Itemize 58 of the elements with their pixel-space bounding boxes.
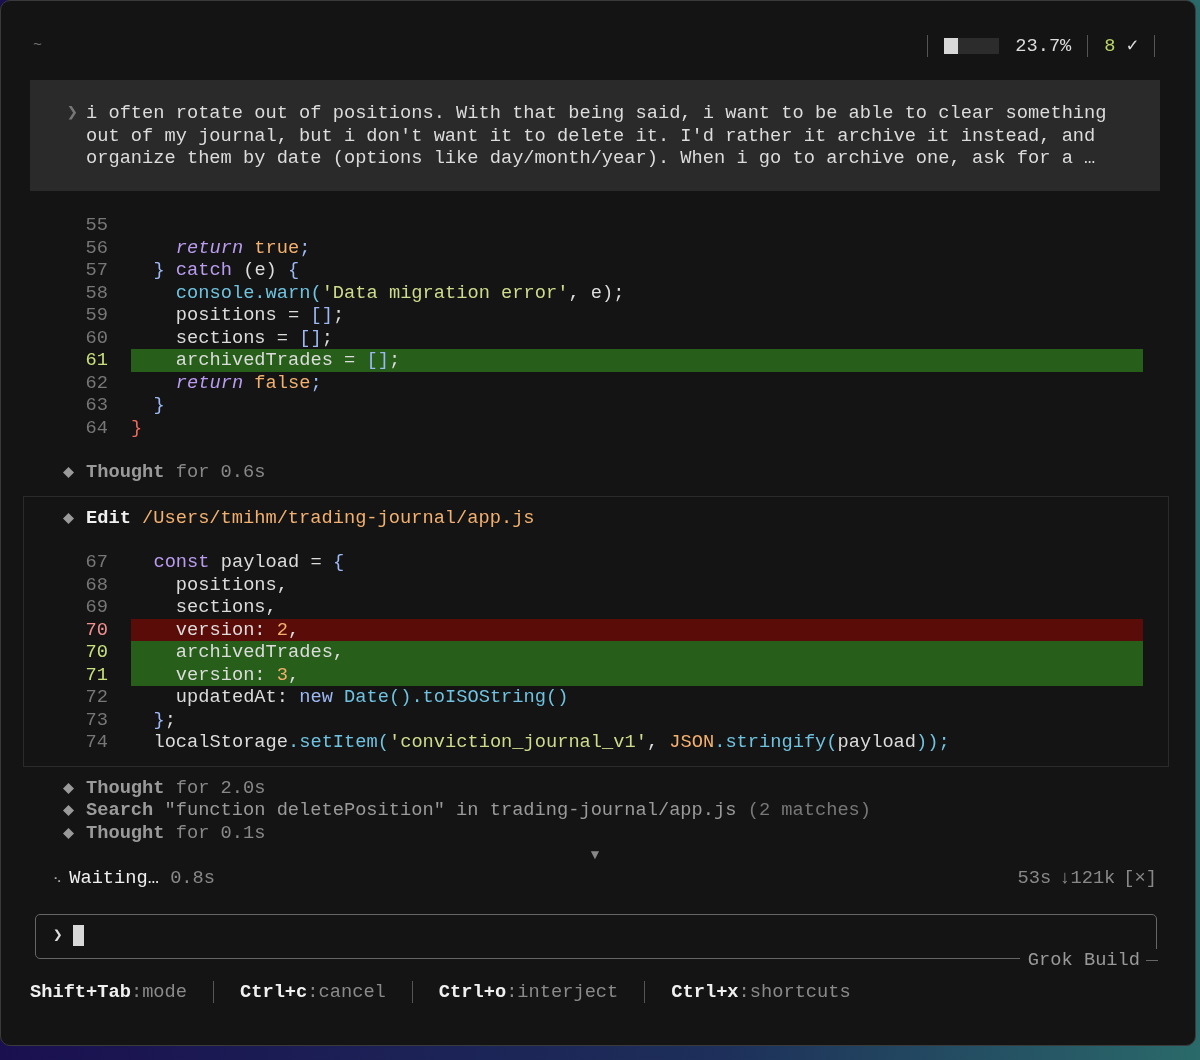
search-step: Search "function deletePosition" in trading-journal/app.js (2 matches) [86,799,872,822]
line-number: 63 [84,394,108,417]
shortcut-hint: Ctrl+c:cancel [240,981,386,1004]
code-line: } catch (e) { [152,259,301,282]
shortcut-hint: Shift+Tab:mode [30,981,187,1004]
code-line: positions, [174,573,289,596]
code-line: sections = []; [174,326,334,349]
line-number: 57 [84,259,108,282]
line-number: 64 [84,416,108,439]
scroll-down-indicator[interactable]: ▼ [590,847,600,863]
line-number: 72 [84,686,108,709]
line-number: 73 [84,708,108,731]
line-number: 58 [84,281,108,304]
prompt-text: i often rotate out of positions. With that being said, i want to be able to clear something out of my journal, but i don't want it to delete it. I'd rather it archive it instead, and organize them by date (options like day/month/year). When i go to archive one, ask for a … [86,102,1108,169]
code-line: } [131,416,144,439]
line-number: 59 [84,304,108,327]
shortcut-hint: Ctrl+x:shortcuts [671,981,851,1004]
code-line: positions = []; [174,304,346,327]
code-line: updatedAt: new Date().toISOString() [174,686,570,709]
code-line: const payload = { [152,551,346,574]
line-number: 61 [84,349,108,372]
code-line: }; [152,708,177,731]
edit-title: Edit /Users/tmihm/trading-journal/app.js [86,506,535,529]
status-text: ⠢ Waiting… 0.8s [53,866,215,889]
code-line: return false; [174,371,323,394]
line-number: 60 [84,326,108,349]
diamond-icon [63,782,74,794]
diamond-icon [63,805,74,816]
task-count: 8 ✓ [1104,34,1138,58]
code-line: } [152,394,166,417]
line-number: 69 [84,596,108,619]
code-line: sections, [174,596,278,619]
diamond-icon [63,827,74,839]
line-number: 56 [84,236,108,259]
diamond-icon [63,512,74,524]
thought-step: Thought for 0.1s [86,821,266,844]
line-number: 70 [84,618,108,641]
code-line: console.warn('Data migration error', e); [174,281,626,304]
line-number: 74 [84,731,108,754]
token-count: ↓121k [1059,866,1116,889]
cancel-link[interactable]: [×] [1123,866,1157,889]
code-line: return true; [174,236,312,259]
diamond-icon [63,467,74,478]
line-number: 71 [84,663,108,686]
chevron-icon: ❯ [30,102,86,169]
directory-label: ~ [33,35,42,56]
code-line: localStorage.setItem('conviction_journal_v1', JSON.stringify(payload)); [152,731,951,754]
context-percent: 23.7% [1015,34,1072,58]
line-number: 55 [84,214,108,237]
thought-step: Thought for 2.0s [86,776,266,799]
line-number: 62 [84,371,108,394]
shortcut-hint: Ctrl+o:interject [438,981,619,1004]
context-meter [944,38,1000,54]
line-number: 68 [84,573,108,596]
line-number: 67 [84,551,108,574]
thought-step: Thought for 0.6s [86,461,266,484]
elapsed-time: 53s [1017,866,1052,889]
line-number: 70 [84,641,108,664]
